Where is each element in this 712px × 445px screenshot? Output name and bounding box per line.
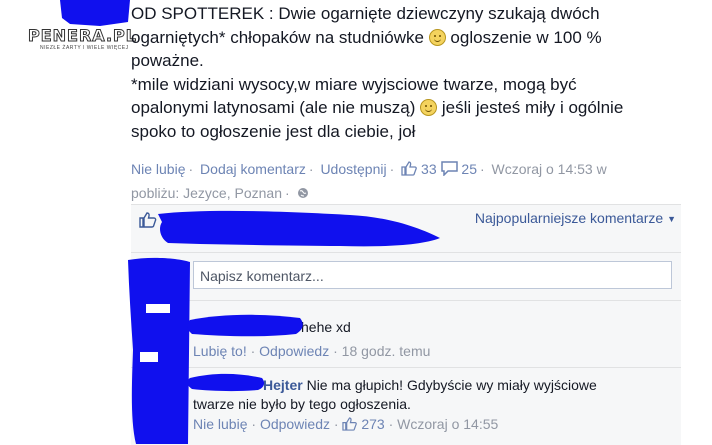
add-comment-link[interactable]: Dodaj komentarz xyxy=(200,161,306,177)
likes-count[interactable]: 33 xyxy=(421,161,437,177)
post-line: poważne. xyxy=(131,51,204,70)
reply-link[interactable]: Odpowiedz xyxy=(259,343,329,359)
post-line: OD SPOTTEREK : Dwie ogarnięte dziewczyny… xyxy=(131,4,600,23)
comment-timestamp[interactable]: 18 godz. temu xyxy=(342,343,431,359)
comment-text: Nie ma głupich! Gdybyście wy miały wyjśc… xyxy=(306,377,597,393)
unlike-link[interactable]: Nie lubię xyxy=(193,416,247,432)
post-line: jeśli jesteś miły i ogólnie xyxy=(437,98,624,117)
comment-input-placeholder: Napisz komentarz... xyxy=(200,268,324,284)
divider xyxy=(131,367,681,368)
thumbs-up-icon[interactable] xyxy=(342,416,361,432)
smiley-icon xyxy=(428,28,446,46)
share-link[interactable]: Udostępnij xyxy=(320,161,386,177)
comment-actions: Nie lubię · Odpowiedz · 273 · Wczoraj o … xyxy=(193,416,499,432)
comment-timestamp[interactable]: Wczoraj o 14:55 xyxy=(397,416,498,432)
comment-input[interactable]: Napisz komentarz... xyxy=(193,261,672,289)
sort-comments-dropdown[interactable]: Najpopularniejsze komentarze ▼ xyxy=(475,210,676,226)
post-line: ogloszenie w 100 % xyxy=(445,27,602,47)
comment-author[interactable]: Hejter xyxy=(263,377,303,393)
globe-icon xyxy=(297,185,309,201)
comment-text: hehe xd xyxy=(301,319,351,335)
comment-text: twarze nie było by tego ogłoszenia. xyxy=(193,396,411,412)
thumbs-up-icon[interactable] xyxy=(401,160,417,182)
post-line: ogarniętych* chłopaków na studniówke xyxy=(131,27,424,47)
divider xyxy=(131,300,681,301)
comment-body: Hejter Nie ma głupich! Gdybyście wy miał… xyxy=(193,376,663,414)
comment-actions: Lubię to! · Odpowiedz · 18 godz. temu xyxy=(193,343,431,359)
watermark-logo: PENERA.PL xyxy=(28,26,137,46)
post-line: *mile widziani wysocy,w miare wyjsciowe … xyxy=(131,74,577,94)
divider xyxy=(131,252,681,253)
like-link[interactable]: Lubię to! xyxy=(193,343,247,359)
sort-label: Najpopularniejsze komentarze xyxy=(474,210,664,226)
smiley-icon xyxy=(420,99,438,116)
unlike-link[interactable]: Nie lubię xyxy=(131,161,185,177)
watermark-tagline: NIEZŁE ŻARTY I WIELE WIĘCEJ xyxy=(40,45,129,51)
caret-down-icon: ▼ xyxy=(667,214,676,224)
post-actions: Nie lubię · Dodaj komentarz · Udostępnij · … xyxy=(131,160,607,201)
post-timestamp[interactable]: Wczoraj o 14:53 w xyxy=(492,161,607,177)
comments-count[interactable]: 25 xyxy=(461,161,477,177)
post-line: spoko to ogłoszenie jest dla ciebie, joł xyxy=(131,121,416,141)
comment-bubble-icon[interactable] xyxy=(440,160,458,182)
reply-link[interactable]: Odpowiedz xyxy=(260,416,330,432)
post-location[interactable]: pobliżu: Jezyce, Poznan xyxy=(131,185,282,201)
post-text: OD SPOTTEREK : Dwie ogarnięte dziewczyny… xyxy=(131,2,691,143)
post-line: opalonymi latynosami (ale nie muszą) xyxy=(131,98,416,117)
comment-likes-count[interactable]: 273 xyxy=(361,416,384,432)
likes-thumb-icon xyxy=(139,212,157,233)
